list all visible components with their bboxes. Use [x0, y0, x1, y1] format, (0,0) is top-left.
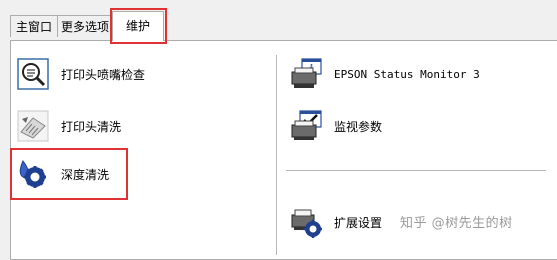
head-cleaning-icon	[17, 110, 49, 142]
right-divider	[286, 170, 546, 171]
monitor-params-label: 监视参数	[334, 119, 383, 134]
monitor-params-icon	[291, 110, 322, 140]
extended-settings-icon	[291, 209, 322, 238]
status-monitor-label: EPSON Status Monitor 3	[334, 67, 480, 81]
tab-more-options[interactable]: 更多选项	[57, 15, 113, 37]
epson-status-monitor-button[interactable]: i EPSON Status Monitor 3	[290, 58, 480, 90]
head-cleaning-button[interactable]: 打印头清洗	[17, 110, 121, 142]
tab-main-window[interactable]: 主窗口	[10, 15, 58, 37]
status-monitor-icon: i	[291, 58, 322, 88]
extended-settings-button[interactable]: 扩展设置	[290, 206, 382, 238]
monitor-params-button[interactable]: 监视参数	[290, 110, 382, 142]
deep-cleaning-icon	[19, 160, 46, 188]
head-cleaning-label: 打印头清洗	[61, 119, 122, 134]
watermark-text: 知乎 @树先生的树	[400, 216, 513, 231]
deep-cleaning-label: 深度清洗	[61, 167, 110, 182]
nozzle-check-button[interactable]: 打印头喷嘴检查	[17, 58, 145, 90]
nozzle-check-icon	[17, 58, 49, 90]
nozzle-check-label: 打印头喷嘴检查	[61, 67, 146, 82]
column-divider	[276, 55, 277, 255]
extended-settings-label: 扩展设置	[334, 215, 383, 230]
tab-maintenance[interactable]: 维护	[112, 11, 164, 41]
tab-strip: 主窗口 更多选项 维护	[0, 0, 557, 44]
deep-cleaning-button[interactable]: 深度清洗	[17, 158, 109, 190]
